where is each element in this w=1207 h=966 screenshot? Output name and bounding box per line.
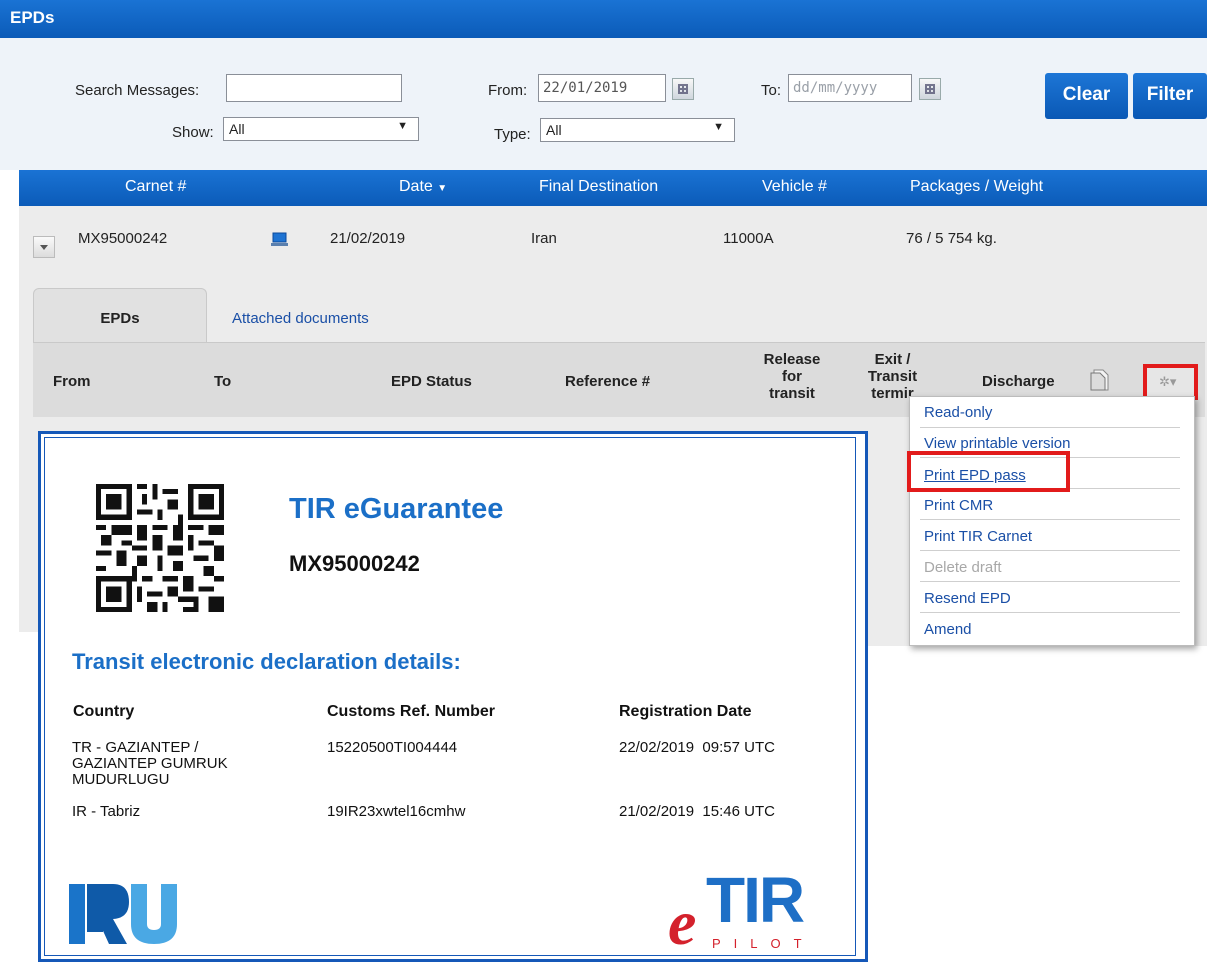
show-select-value: All xyxy=(229,121,245,137)
menu-divider xyxy=(920,519,1180,520)
row-destination: Iran xyxy=(531,230,557,247)
tab-epds-label: EPDs xyxy=(100,310,140,327)
clear-button[interactable]: Clear xyxy=(1045,73,1128,119)
etir-logo-pilot: PILOT xyxy=(712,936,815,951)
to-label: To: xyxy=(761,82,782,99)
pass-row-country: IR - Tabriz xyxy=(72,803,141,820)
pass-col-registration-date: Registration Date xyxy=(619,703,752,720)
epd-col-status: EPD Status xyxy=(391,373,472,390)
pass-row-date: 22/02/2019 09:57 UTC xyxy=(619,739,775,756)
filter-panel xyxy=(0,38,1207,170)
col-date-label: Date xyxy=(399,178,433,195)
tab-attached-documents[interactable]: Attached documents xyxy=(232,310,369,327)
pass-section-title: Transit electronic declaration details: xyxy=(72,649,461,674)
filter-button[interactable]: Filter xyxy=(1133,73,1207,119)
col-vehicle[interactable]: Vehicle # xyxy=(762,178,827,196)
epd-col-release-line1: Release xyxy=(763,351,821,368)
etir-logo-word: TIR xyxy=(706,864,805,936)
from-label: From: xyxy=(488,82,528,99)
from-date-input[interactable]: 22/01/2019 xyxy=(538,74,666,102)
menu-divider xyxy=(920,427,1180,428)
svg-text:e: e xyxy=(668,887,696,956)
etir-pilot-logo: e TIR PILOT xyxy=(668,866,810,956)
epd-col-exit-transit: Exit / Transit termir xyxy=(860,351,925,402)
pass-row-ref: 19IR23xwtel16cmhw xyxy=(327,803,466,820)
actions-menu: Read-only View printable version Print E… xyxy=(909,396,1195,646)
row-packages-weight: 76 / 5 754 kg. xyxy=(906,230,997,247)
actions-gear-button[interactable]: ✲▾ xyxy=(1143,364,1198,400)
highlight-print-epd-pass xyxy=(907,451,1070,492)
menu-item-read-only[interactable]: Read-only xyxy=(924,404,992,421)
menu-item-print-cmr[interactable]: Print CMR xyxy=(924,497,993,514)
menu-item-delete-draft: Delete draft xyxy=(924,559,1002,576)
epd-col-release-line3: transit xyxy=(769,385,815,402)
show-select[interactable]: All ▼ xyxy=(223,117,419,141)
menu-item-amend[interactable]: Amend xyxy=(924,621,972,638)
pass-carnet-number: MX95000242 xyxy=(289,551,420,576)
to-calendar-icon[interactable] xyxy=(919,78,941,100)
qr-code-icon xyxy=(96,484,224,612)
epd-col-release: Release for transit xyxy=(759,351,825,402)
tab-epds[interactable]: EPDs xyxy=(33,288,207,342)
menu-item-print-tir-carnet[interactable]: Print TIR Carnet xyxy=(924,528,1032,545)
menu-divider xyxy=(920,612,1180,613)
row-vehicle: 11000A xyxy=(723,230,774,247)
epd-col-exit-line1: Exit / xyxy=(874,351,911,368)
epd-col-exit-line2: Transit xyxy=(867,368,918,385)
pass-col-customs-ref: Customs Ref. Number xyxy=(327,703,496,720)
row-date: 21/02/2019 xyxy=(330,230,406,247)
sort-desc-icon: ▼ xyxy=(437,183,448,194)
menu-divider xyxy=(920,550,1180,551)
page-background xyxy=(0,632,38,966)
from-calendar-icon[interactable] xyxy=(672,78,694,100)
dropdown-arrow-icon: ▼ xyxy=(713,121,724,133)
document-icon[interactable] xyxy=(1090,369,1110,391)
col-carnet[interactable]: Carnet # xyxy=(125,178,186,196)
type-select[interactable]: All ▼ xyxy=(540,118,735,142)
epd-col-release-line2: for xyxy=(782,368,802,385)
pass-title: TIR eGuarantee xyxy=(289,493,504,525)
pass-row-date: 21/02/2019 15:46 UTC xyxy=(619,803,775,820)
pass-col-country: Country xyxy=(73,703,135,720)
type-label: Type: xyxy=(494,126,531,143)
page-title: EPDs xyxy=(10,8,55,27)
dropdown-arrow-icon: ▼ xyxy=(397,120,408,132)
search-input[interactable] xyxy=(226,74,402,102)
col-date[interactable]: Date ▼ xyxy=(399,178,447,196)
laptop-icon[interactable] xyxy=(271,232,288,246)
epd-col-to: To xyxy=(214,373,232,390)
menu-item-view-printable[interactable]: View printable version xyxy=(924,435,1070,452)
show-label: Show: xyxy=(172,124,214,141)
row-carnet[interactable]: MX95000242 xyxy=(78,230,167,247)
title-bar: EPDs xyxy=(0,0,1207,38)
pass-row-ref: 15220500TI004444 xyxy=(327,739,458,756)
menu-item-resend-epd[interactable]: Resend EPD xyxy=(924,590,1011,607)
collapse-row-icon[interactable] xyxy=(33,236,55,258)
epd-col-reference: Reference # xyxy=(565,373,651,390)
pass-row-country: TR - GAZIANTEP / GAZIANTEP GUMRUK MUDURL… xyxy=(72,739,228,788)
type-select-value: All xyxy=(546,122,562,138)
gear-icon: ✲▾ xyxy=(1159,374,1177,389)
col-packages-weight[interactable]: Packages / Weight xyxy=(910,178,1043,196)
epd-col-discharge: Discharge xyxy=(982,373,1055,390)
table-header: Carnet # Date ▼ Final Destination Vehicl… xyxy=(19,170,1207,206)
epd-col-from: From xyxy=(53,373,91,390)
menu-divider xyxy=(920,581,1180,582)
iru-logo-icon xyxy=(69,884,177,944)
search-label: Search Messages: xyxy=(75,82,200,99)
col-final-destination[interactable]: Final Destination xyxy=(539,178,658,196)
to-date-input[interactable]: dd/mm/yyyy xyxy=(788,74,912,102)
